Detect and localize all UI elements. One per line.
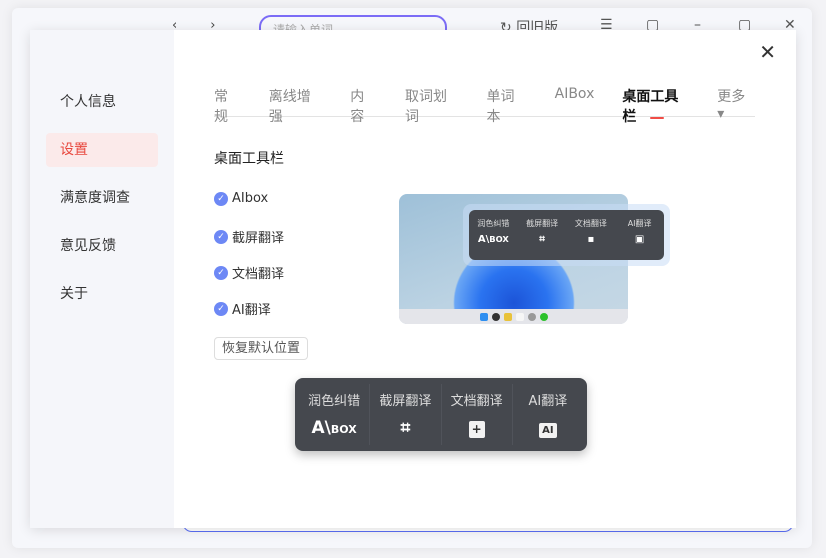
mini-toolbar-item: 润色纠错 A\BOX xyxy=(477,219,510,245)
checkbox-label: 文档翻译 xyxy=(232,267,285,282)
tab-aibox[interactable]: AIBox xyxy=(555,86,595,117)
checkbox-aibox[interactable]: ✓ AIbox xyxy=(214,191,268,206)
toolbar-label: 文档翻译 xyxy=(450,394,503,409)
sidebar-item-settings[interactable]: 设置 xyxy=(46,133,158,167)
tab-word-capture[interactable]: 取词划词 xyxy=(405,86,459,125)
checkbox-label: 截屏翻译 xyxy=(232,231,285,246)
crop-icon: ⌗ xyxy=(400,418,411,438)
desktop-toolbar[interactable]: 润色纠错 A\BOX 截屏翻译 ⌗ 文档翻译 + AI翻译 AI xyxy=(295,378,587,451)
section-title: 桌面工具栏 xyxy=(214,151,284,167)
toolbar-label: 截屏翻译 xyxy=(379,394,432,409)
reset-position-button[interactable]: 恢复默认位置 xyxy=(214,337,309,360)
preview-taskbar xyxy=(399,309,628,324)
mini-toolbar-item: AI翻译 ▣ xyxy=(627,219,652,245)
checkbox-label: AIbox xyxy=(232,191,269,206)
check-icon: ✓ xyxy=(214,229,228,244)
checkbox-screenshot-translate[interactable]: ✓ 截屏翻译 xyxy=(214,227,284,246)
settings-dialog: 个人信息 设置 满意度调查 意见反馈 关于 ✕ 常规 离线增强 内容 取词划词 … xyxy=(30,30,796,528)
preview-mini-toolbar: 润色纠错 A\BOX 截屏翻译 ⌗ 文档翻译 ▪ AI翻译 ▣ xyxy=(463,204,670,266)
check-icon: ✓ xyxy=(214,265,228,280)
toolbar-label: 润色纠错 xyxy=(308,394,361,409)
settings-tabs: 常规 离线增强 内容 取词划词 单词本 AIBox 桌面工具栏 更多 ▾ xyxy=(214,86,755,125)
toolbar-polish[interactable]: 润色纠错 A\BOX xyxy=(299,384,371,445)
toolbar-ai-translate[interactable]: AI翻译 AI xyxy=(513,384,583,445)
sidebar: 个人信息 设置 满意度调查 意见反馈 关于 xyxy=(30,30,174,528)
settings-main: ✕ 常规 离线增强 内容 取词划词 单词本 AIBox 桌面工具栏 更多 ▾ 桌… xyxy=(174,30,796,528)
tab-content[interactable]: 内容 xyxy=(350,86,377,125)
check-icon: ✓ xyxy=(214,301,228,316)
checkbox-document-translate[interactable]: ✓ 文档翻译 xyxy=(214,263,284,282)
close-icon[interactable]: ✕ xyxy=(759,40,776,64)
sidebar-item-about[interactable]: 关于 xyxy=(46,277,158,311)
check-icon: ✓ xyxy=(214,191,228,206)
ai-translate-icon: AI xyxy=(539,423,557,438)
toolbar-screenshot-translate[interactable]: 截屏翻译 ⌗ xyxy=(370,384,442,445)
checkbox-label: AI翻译 xyxy=(232,303,271,318)
sidebar-item-survey[interactable]: 满意度调查 xyxy=(46,181,158,215)
document-add-icon: + xyxy=(468,421,485,438)
mini-toolbar-item: 文档翻译 ▪ xyxy=(574,219,607,245)
tab-general[interactable]: 常规 xyxy=(214,86,241,125)
checkbox-ai-translate[interactable]: ✓ AI翻译 xyxy=(214,299,271,318)
mini-toolbar-item: 截屏翻译 ⌗ xyxy=(526,219,559,245)
tab-wordbook[interactable]: 单词本 xyxy=(487,86,527,125)
toolbar-document-translate[interactable]: 文档翻译 + xyxy=(442,384,513,445)
tab-offline[interactable]: 离线增强 xyxy=(269,86,323,125)
tab-desktop-toolbar[interactable]: 桌面工具栏 xyxy=(622,86,689,125)
aibox-logo-icon: A\BOX xyxy=(311,418,357,438)
toolbar-label: AI翻译 xyxy=(528,394,568,409)
tab-more[interactable]: 更多 ▾ xyxy=(717,86,755,122)
sidebar-item-profile[interactable]: 个人信息 xyxy=(46,85,158,119)
sidebar-item-feedback[interactable]: 意见反馈 xyxy=(46,229,158,263)
